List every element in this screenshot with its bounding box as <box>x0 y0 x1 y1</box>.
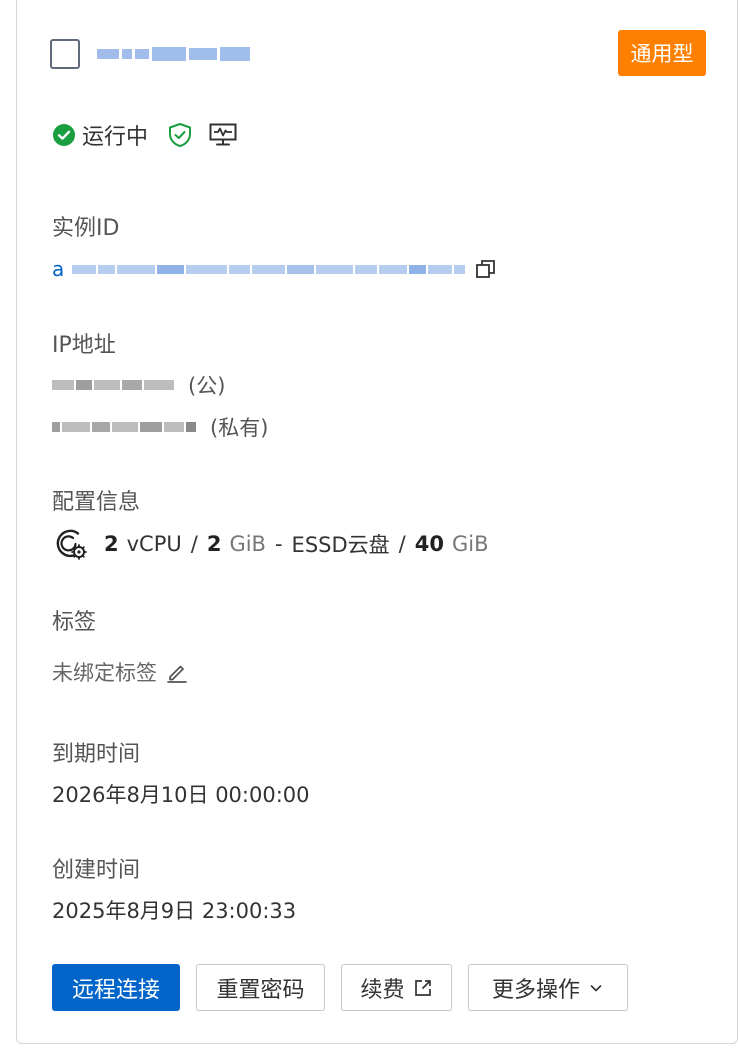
created-label: 创建时间 <box>52 858 141 883</box>
remote-connect-label: 远程连接 <box>71 977 160 1003</box>
instance-type-badge: 通用型 <box>618 30 706 76</box>
monitor-icon[interactable] <box>208 122 238 148</box>
public-ip-redacted <box>52 378 176 392</box>
created-value: 2025年8月9日 23:00:33 <box>52 899 297 923</box>
instance-id-row: a <box>52 254 497 284</box>
instance-name-link[interactable] <box>97 38 253 70</box>
separator-dash: - <box>274 532 283 556</box>
private-ip-tag: (私有) <box>210 416 269 440</box>
config-spec-row: 2 vCPU / 2 GiB - ESSD云盘 / 40 GiB <box>52 525 488 563</box>
check-circle-icon <box>52 123 76 147</box>
disk-size: 40 <box>414 532 444 556</box>
renew-label: 续费 <box>360 977 405 1003</box>
memory-size: 2 <box>206 532 222 556</box>
instance-id-value[interactable]: a <box>52 257 64 281</box>
reset-password-button[interactable]: 重置密码 <box>196 964 325 1011</box>
reset-password-label: 重置密码 <box>216 977 305 1003</box>
edit-icon[interactable] <box>165 660 189 684</box>
instance-id-redacted <box>72 262 467 276</box>
renew-button[interactable]: 续费 <box>341 964 452 1011</box>
vcpu-count: 2 <box>104 532 119 556</box>
separator-slash-2: / <box>398 532 406 556</box>
external-link-icon <box>413 978 433 998</box>
more-actions-dropdown[interactable]: 更多操作 <box>468 964 628 1011</box>
memory-unit: GiB <box>229 532 266 556</box>
private-ip-redacted <box>52 420 198 434</box>
public-ip-row: (公) <box>52 370 225 400</box>
separator-slash-1: / <box>190 532 198 556</box>
config-label: 配置信息 <box>52 490 141 515</box>
more-actions-label: 更多操作 <box>491 977 580 1003</box>
select-checkbox[interactable] <box>50 39 80 69</box>
tags-row: 未绑定标签 <box>52 655 189 689</box>
ip-label: IP地址 <box>52 333 116 358</box>
remote-connect-button[interactable]: 远程连接 <box>52 964 180 1011</box>
cpu-settings-icon <box>52 525 90 563</box>
vcpu-unit: vCPU <box>126 532 182 556</box>
private-ip-row: (私有) <box>52 412 268 442</box>
copy-icon[interactable] <box>475 258 497 280</box>
instance-id-label: 实例ID <box>52 216 120 241</box>
disk-type: ESSD云盘 <box>291 533 390 557</box>
tags-value: 未绑定标签 <box>52 661 157 685</box>
tags-label: 标签 <box>52 610 97 635</box>
instance-card <box>16 0 738 1044</box>
public-ip-tag: (公) <box>188 374 226 398</box>
expire-value: 2026年8月10日 00:00:00 <box>52 783 310 807</box>
shield-check-icon[interactable] <box>166 121 194 149</box>
expire-label: 到期时间 <box>52 742 141 767</box>
status-row: 运行中 <box>52 117 238 153</box>
chevron-down-icon <box>588 980 604 996</box>
disk-unit: GiB <box>451 532 489 556</box>
status-text: 运行中 <box>82 125 149 150</box>
